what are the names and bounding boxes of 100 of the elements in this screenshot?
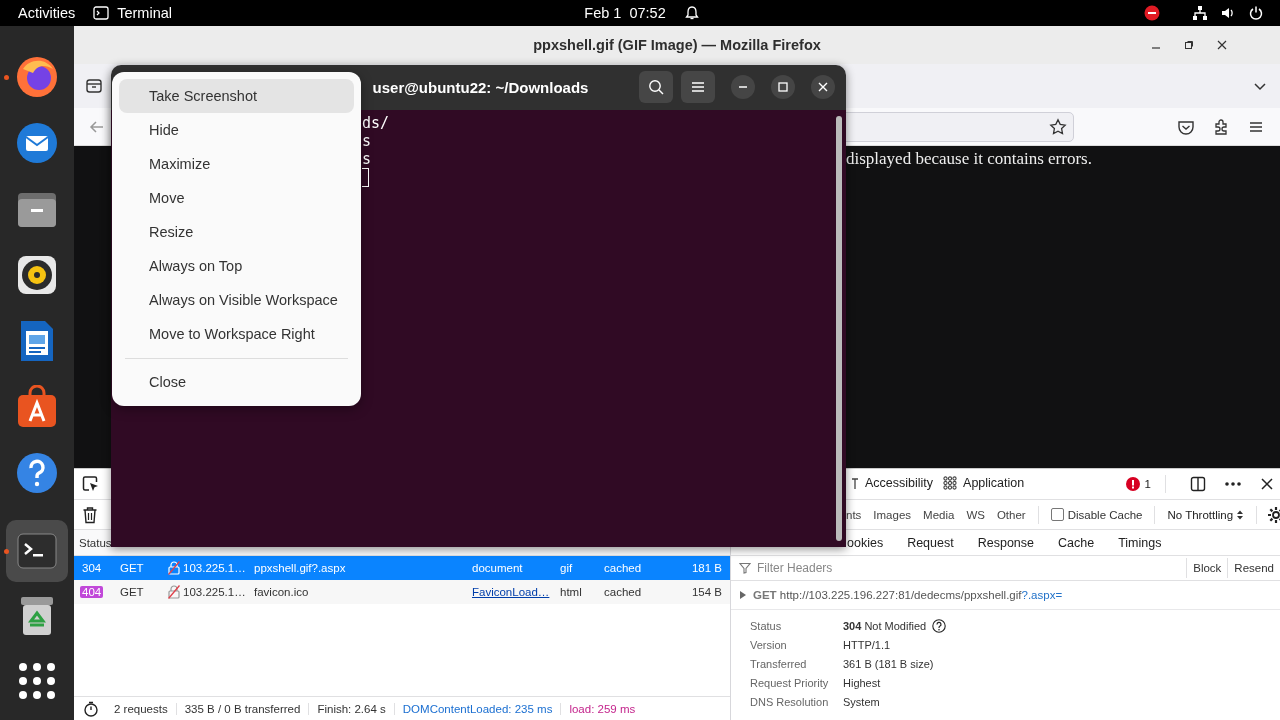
element-picker-icon[interactable] <box>82 475 100 493</box>
filter-tab[interactable]: Media <box>917 508 961 521</box>
domain-text: 103.225.1… <box>183 562 246 574</box>
network-icon[interactable] <box>1192 5 1208 21</box>
menu-item[interactable]: Close <box>119 365 354 399</box>
field-value: System <box>843 695 880 708</box>
field-label: Transferred <box>750 657 808 670</box>
terminal-output: s <box>362 150 373 168</box>
request-url: GET http://103.225.196.227:81/dedecms/ppxshell.gif?.aspx= <box>753 589 1063 601</box>
error-count[interactable]: 1 <box>1125 477 1159 491</box>
volume-icon[interactable] <box>1220 5 1236 21</box>
summary-text: DOMContentLoaded: 235 ms <box>393 702 561 715</box>
restore-icon[interactable] <box>1183 39 1195 51</box>
initiator-link[interactable]: FaviconLoad… <box>472 586 550 598</box>
close-icon[interactable] <box>1216 39 1228 51</box>
globe-app-icon[interactable] <box>15 55 59 99</box>
close-icon[interactable] <box>1260 477 1274 491</box>
field-label: Version <box>750 638 788 651</box>
transferred-text: cached <box>604 586 642 598</box>
mail-app-icon[interactable] <box>15 121 59 165</box>
filter-tab[interactable]: WS <box>960 508 991 521</box>
bell-icon[interactable] <box>683 5 700 21</box>
status-badge: 404 <box>80 586 104 598</box>
type-text: html <box>560 586 582 598</box>
method-text: GET <box>120 562 144 574</box>
field-value: HTTP/1.1 <box>843 638 891 651</box>
filter-field[interactable]: Filter Headers <box>755 560 1187 576</box>
detail-tab[interactable]: Response <box>977 535 1034 550</box>
error-icon <box>1125 477 1140 491</box>
detail-tab[interactable]: ookies <box>847 535 884 550</box>
initiator-text: document <box>472 562 523 574</box>
minimize-button[interactable] <box>731 75 755 99</box>
devtools-tab[interactable]: Application <box>938 469 1030 499</box>
filter-tab[interactable]: nts <box>846 508 868 521</box>
search-button[interactable] <box>639 71 673 103</box>
request-row[interactable]: 304 GET 103.225.1… ppxshell.gif?.aspx document gif cached 181 B <box>74 556 730 580</box>
action-button[interactable]: Resend <box>1228 562 1280 574</box>
updown-icon <box>1236 508 1245 521</box>
menu-item[interactable]: Always on Visible Workspace <box>119 283 354 317</box>
maximize-icon <box>778 82 788 92</box>
bookmark-star-icon[interactable] <box>1049 117 1067 136</box>
menu-item[interactable]: Resize <box>119 215 354 249</box>
extensions-icon[interactable] <box>1212 117 1230 136</box>
store-app-icon[interactable] <box>15 385 59 429</box>
window-title: ppxshell.gif (GIF Image) — Mozilla Firefox <box>532 37 822 53</box>
grid-icon <box>943 476 958 490</box>
tab-list-icon[interactable] <box>85 77 103 95</box>
summary-text: 335 B / 0 B transferred <box>175 702 309 715</box>
blocked-icon[interactable] <box>1144 5 1160 21</box>
column-header[interactable]: Status <box>79 536 112 549</box>
terminal-icon <box>93 6 110 20</box>
expand-triangle-icon <box>740 591 746 599</box>
field-label: DNS Resolution <box>750 695 830 708</box>
power-icon[interactable] <box>1248 5 1264 21</box>
activities-button[interactable]: Activities <box>0 5 94 21</box>
request-summary-row[interactable]: GET http://103.225.196.227:81/dedecms/ppxshell.gif?.aspx= <box>731 581 1280 610</box>
dock-item-highlight[interactable] <box>6 520 68 582</box>
file-name: ppxshell.gif?.aspx <box>254 562 346 574</box>
request-row[interactable]: 404 GET 103.225.1… favicon.ico FaviconLoad… html cached 154 B <box>74 580 730 604</box>
music-app-icon[interactable] <box>15 253 59 297</box>
detail-tab[interactable]: Timings <box>1118 535 1162 550</box>
search-icon <box>648 79 664 95</box>
filter-tab[interactable]: Images <box>867 508 918 521</box>
close-icon <box>818 82 828 92</box>
file-name: favicon.ico <box>254 586 309 598</box>
menu-item[interactable]: Maximize <box>119 147 354 181</box>
menu-item[interactable]: Move <box>119 181 354 215</box>
status-code: 304 <box>81 562 103 574</box>
maximize-button[interactable] <box>771 75 795 99</box>
dock-side-icon[interactable] <box>1190 476 1206 492</box>
filter-tab[interactable]: Other <box>990 508 1032 521</box>
summary-text: 2 requests <box>113 702 169 715</box>
clock[interactable]: Feb 1 07:52 <box>584 5 666 21</box>
stopwatch-icon[interactable] <box>83 700 99 717</box>
devtools-tab[interactable]: Accessibility <box>846 469 939 499</box>
error-message: displayed because it contains errors. <box>846 149 1093 169</box>
field-label: Status <box>750 619 783 632</box>
close-button[interactable] <box>811 75 835 99</box>
summary-text: load: 259 ms <box>560 702 644 715</box>
menu-item[interactable]: Take Screenshot <box>119 79 354 113</box>
size-text: 181 B <box>691 562 722 574</box>
detail-tab[interactable]: Cache <box>1058 535 1095 550</box>
help-icon[interactable] <box>932 618 947 633</box>
throttling-dropdown[interactable]: No Throttling <box>1161 508 1251 521</box>
help-app-icon[interactable] <box>15 451 59 495</box>
settings-icon[interactable] <box>1267 505 1280 524</box>
menu-item[interactable]: Move to Workspace Right <box>119 317 354 351</box>
trash-icon[interactable] <box>82 505 98 524</box>
disable-cache-checkbox[interactable]: Disable Cache <box>1044 508 1149 521</box>
detail-tab[interactable]: Request <box>907 535 954 550</box>
terminal-output: s <box>362 132 373 150</box>
menu-button[interactable] <box>681 71 715 103</box>
field-value: 304 Not Modified <box>843 619 927 632</box>
action-button[interactable]: Block <box>1187 562 1228 574</box>
app-menu-button[interactable]: Terminal <box>93 5 172 21</box>
window-title: user@ubuntu22: ~/Downloads <box>372 79 589 96</box>
funnel-icon <box>739 562 751 574</box>
menu-item[interactable]: Always on Top <box>119 249 354 283</box>
menu-item[interactable]: Hide <box>119 113 354 147</box>
scrollbar[interactable] <box>836 116 842 541</box>
